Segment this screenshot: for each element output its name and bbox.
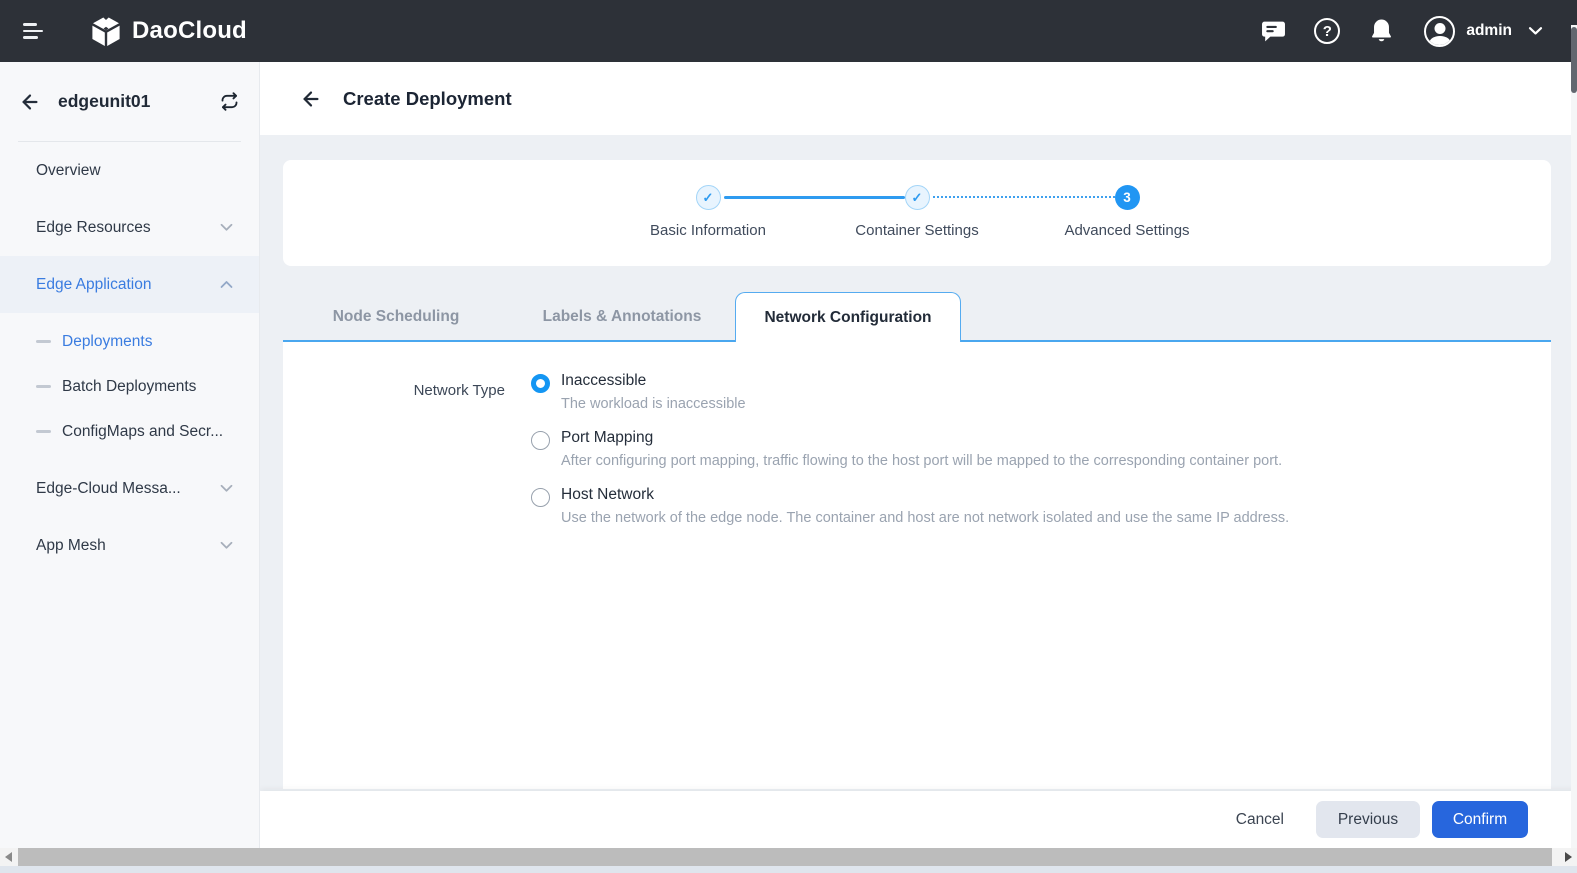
scroll-right-arrow-icon[interactable] xyxy=(1560,848,1577,866)
step-container-settings: Container Settings xyxy=(832,185,1002,239)
page-title: Create Deployment xyxy=(343,88,512,110)
topbar: DaoCloud ? admin xyxy=(0,0,1577,62)
sidebar-item-edge-resources[interactable]: Edge Resources xyxy=(0,199,259,256)
page-back-button[interactable] xyxy=(300,88,322,110)
network-type-label: Network Type xyxy=(283,372,505,526)
user-menu-chevron-down-icon[interactable] xyxy=(1528,26,1543,36)
step-basic-information: Basic Information xyxy=(623,185,793,239)
brand-logo: DaoCloud xyxy=(89,14,247,48)
cancel-button[interactable]: Cancel xyxy=(1236,801,1284,838)
brand-name: DaoCloud xyxy=(132,17,247,45)
radio-checked-icon[interactable] xyxy=(531,374,550,393)
chevron-down-icon xyxy=(220,223,233,232)
confirm-button[interactable]: Confirm xyxy=(1432,801,1528,838)
switch-workspace-icon[interactable] xyxy=(219,91,240,112)
vertical-scrollbar[interactable] xyxy=(1571,25,1577,848)
scroll-left-arrow-icon[interactable] xyxy=(0,848,17,866)
main-area: Create Deployment Basic Information Cont… xyxy=(260,62,1577,848)
page-header: Create Deployment xyxy=(260,62,1577,135)
horizontal-scrollbar[interactable] xyxy=(0,848,1577,866)
sidebar-item-overview[interactable]: Overview xyxy=(0,142,259,199)
sidebar-item-batch-deployments[interactable]: Batch Deployments xyxy=(0,364,259,409)
messages-icon[interactable] xyxy=(1258,16,1288,46)
option-port-mapping[interactable]: Port Mapping After configuring port mapp… xyxy=(531,429,1289,469)
network-configuration-panel: Network Type Inaccessible The workload i… xyxy=(283,342,1551,789)
option-host-network[interactable]: Host Network Use the network of the edge… xyxy=(531,486,1289,526)
radio-unchecked-icon[interactable] xyxy=(531,488,550,507)
previous-button[interactable]: Previous xyxy=(1316,801,1420,838)
sidebar-item-deployments[interactable]: Deployments xyxy=(0,319,259,364)
content-area: Basic Information Container Settings 3 A… xyxy=(260,135,1577,791)
stepper: Basic Information Container Settings 3 A… xyxy=(283,160,1551,266)
horizontal-scrollbar-thumb[interactable] xyxy=(18,848,1552,866)
step-check-icon xyxy=(905,185,930,210)
help-icon[interactable]: ? xyxy=(1312,16,1342,46)
vertical-scrollbar-thumb[interactable] xyxy=(1571,27,1577,93)
bottom-strip xyxy=(0,866,1577,873)
chevron-down-icon xyxy=(220,484,233,493)
network-type-options: Inaccessible The workload is inaccessibl… xyxy=(531,372,1289,526)
hamburger-menu-icon[interactable] xyxy=(23,23,45,39)
sidebar-back-button[interactable] xyxy=(19,91,41,113)
username[interactable]: admin xyxy=(1466,22,1512,40)
dash-icon xyxy=(36,340,51,342)
step-check-icon xyxy=(696,185,721,210)
sidebar-item-app-mesh[interactable]: App Mesh xyxy=(0,517,259,574)
step-advanced-settings: 3 Advanced Settings xyxy=(1042,185,1212,239)
tab-labels-annotations[interactable]: Labels & Annotations xyxy=(509,292,735,342)
radio-unchecked-icon[interactable] xyxy=(531,431,550,450)
tab-network-configuration[interactable]: Network Configuration xyxy=(735,292,961,342)
sidebar-item-edge-application[interactable]: Edge Application xyxy=(0,256,259,313)
dash-icon xyxy=(36,430,51,432)
tabs: Node Scheduling Labels & Annotations Net… xyxy=(283,292,1551,342)
daocloud-cube-icon xyxy=(89,14,123,48)
option-inaccessible[interactable]: Inaccessible The workload is inaccessibl… xyxy=(531,372,1289,412)
step-number-badge: 3 xyxy=(1115,185,1140,210)
sidebar-item-configmaps-secrets[interactable]: ConfigMaps and Secr... xyxy=(0,409,259,454)
dash-icon xyxy=(36,385,51,387)
sidebar: edgeunit01 Overview Edge Resources Edge … xyxy=(0,62,260,848)
action-footer: Cancel Previous Confirm xyxy=(260,791,1577,848)
notifications-bell-icon[interactable] xyxy=(1366,16,1396,46)
workspace-title: edgeunit01 xyxy=(58,91,150,112)
tab-node-scheduling[interactable]: Node Scheduling xyxy=(283,292,509,342)
sidebar-item-edge-cloud-message[interactable]: Edge-Cloud Messa... xyxy=(0,460,259,517)
chevron-down-icon xyxy=(220,541,233,550)
user-avatar[interactable] xyxy=(1424,16,1455,47)
chevron-up-icon xyxy=(220,280,233,289)
